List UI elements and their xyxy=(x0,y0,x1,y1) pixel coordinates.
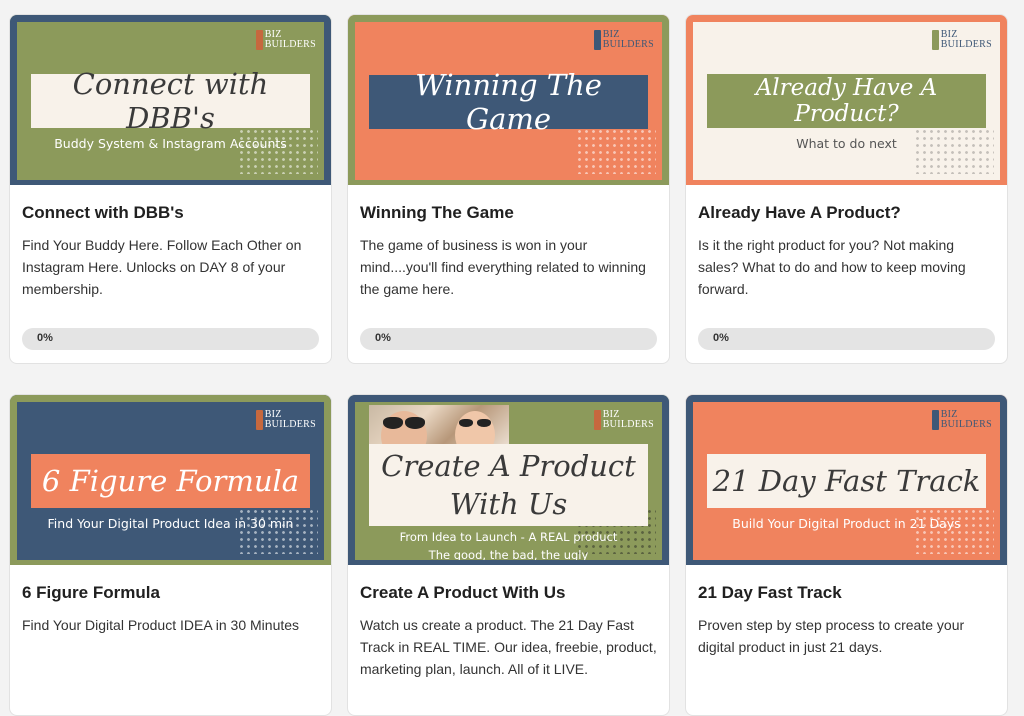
course-thumbnail[interactable]: BIZ BUILDERS 21 Day Fast Track Build Your… xyxy=(686,395,1007,565)
progress-bar: 0% xyxy=(22,328,319,350)
banner-title: Connect with DBB's xyxy=(31,67,310,135)
biz-builders-logo: BIZ BUILDERS xyxy=(931,410,992,430)
course-description: Proven step by step process to create yo… xyxy=(698,617,965,655)
course-card-already-have-a-product[interactable]: BIZ BUILDERS Already Have A Product? What… xyxy=(685,14,1008,364)
course-thumbnail[interactable]: BIZ BUILDERS Connect with DBB's Buddy Sys… xyxy=(10,15,331,185)
course-thumbnail[interactable]: BIZ BUILDERS Winning The Game xyxy=(348,15,669,185)
progress-label: 0% xyxy=(37,332,53,344)
course-thumbnail[interactable]: BIZ BUILDERS 6 Figure Formula Find Your D… xyxy=(10,395,331,565)
course-description: Find Your Buddy Here. Follow Each Other … xyxy=(22,237,302,297)
progress-bar: 0% xyxy=(360,328,657,350)
progress-label: 0% xyxy=(375,332,391,344)
biz-builders-logo: BIZ BUILDERS xyxy=(593,410,654,430)
dot-pattern-decoration xyxy=(238,508,318,554)
banner-subtitle: Build Your Digital Product in 21 Days xyxy=(732,516,961,531)
biz-builders-logo: BIZ BUILDERS xyxy=(593,30,654,50)
biz-builders-logo: BIZ BUILDERS xyxy=(255,410,316,430)
course-card-create-a-product-with-us[interactable]: BIZ BUILDERS Create A Product With Us Fro… xyxy=(347,394,670,716)
dot-pattern-decoration xyxy=(914,508,994,554)
progress-bar: 0% xyxy=(698,328,995,350)
course-title[interactable]: Connect with DBB's xyxy=(22,203,319,223)
course-title[interactable]: Winning The Game xyxy=(360,203,657,223)
course-title[interactable]: 21 Day Fast Track xyxy=(698,583,995,603)
banner-title: Winning The Game xyxy=(369,68,648,136)
course-thumbnail[interactable]: BIZ BUILDERS Create A Product With Us Fro… xyxy=(348,395,669,565)
banner-title: 21 Day Fast Track xyxy=(707,454,986,508)
biz-builders-logo: BIZ BUILDERS xyxy=(931,30,992,50)
course-card-6-figure-formula[interactable]: BIZ BUILDERS 6 Figure Formula Find Your D… xyxy=(9,394,332,716)
course-title[interactable]: Create A Product With Us xyxy=(360,583,657,603)
progress-label: 0% xyxy=(713,332,729,344)
course-description: Is it the right product for you? Not mak… xyxy=(698,237,966,297)
course-card-21-day-fast-track[interactable]: BIZ BUILDERS 21 Day Fast Track Build Your… xyxy=(685,394,1008,716)
course-title[interactable]: 6 Figure Formula xyxy=(22,583,319,603)
course-description: Find Your Digital Product IDEA in 30 Min… xyxy=(22,617,300,633)
course-card-connect-with-dbbs[interactable]: BIZ BUILDERS Connect with DBB's Buddy Sys… xyxy=(9,14,332,364)
banner-title: Already Have A Product? xyxy=(707,74,986,128)
course-card-winning-the-game[interactable]: BIZ BUILDERS Winning The Game Winning The… xyxy=(347,14,670,364)
banner-subtitle: From Idea to Launch - A REAL product The… xyxy=(399,530,618,562)
banner-subtitle: Find Your Digital Product Idea in 30 min xyxy=(47,516,294,531)
course-description: The game of business is won in your mind… xyxy=(360,237,646,297)
banner-subtitle: Buddy System & Instagram Accounts xyxy=(54,136,287,151)
course-title[interactable]: Already Have A Product? xyxy=(698,203,995,223)
course-description: Watch us create a product. The 21 Day Fa… xyxy=(360,617,657,677)
course-thumbnail[interactable]: BIZ BUILDERS Already Have A Product? What… xyxy=(686,15,1007,185)
biz-builders-logo: BIZ BUILDERS xyxy=(255,30,316,50)
banner-subtitle: What to do next xyxy=(796,136,897,151)
dot-pattern-decoration xyxy=(914,128,994,174)
banner-title: Create A Product With Us xyxy=(369,444,648,526)
banner-title: 6 Figure Formula xyxy=(31,454,310,508)
